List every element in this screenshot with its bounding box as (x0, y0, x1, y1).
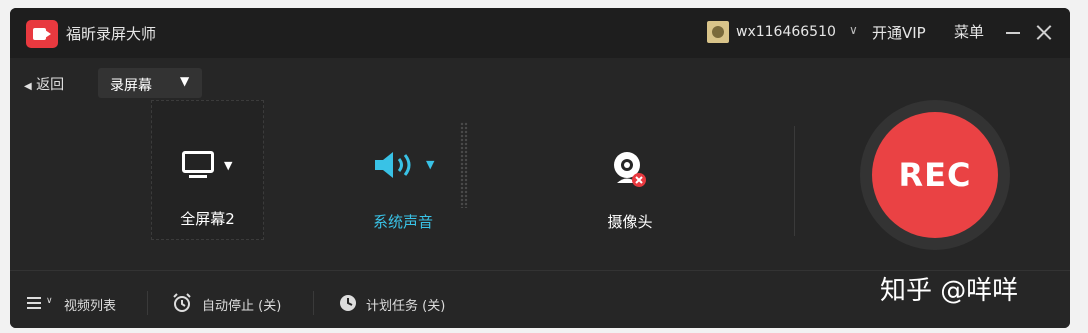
audio-source-label: 系统声音 (372, 213, 433, 231)
divider (313, 291, 314, 315)
close-button[interactable] (1036, 24, 1052, 40)
monitor-icon (182, 151, 214, 178)
screen-dropdown-icon[interactable]: ▼ (224, 159, 232, 172)
menu-button[interactable]: 菜单 (954, 21, 984, 42)
screen-source-label: 全屏幕2 (180, 210, 235, 228)
back-arrow-icon: ◀ (24, 81, 32, 92)
rec-button-ring: REC (860, 100, 1010, 250)
dropdown-arrow-icon: ▼ (180, 74, 190, 88)
webcam-icon (614, 152, 646, 187)
record-mode-label: 录屏幕 (110, 78, 152, 94)
screen-source-panel[interactable]: ▼ 全屏幕2 (151, 100, 264, 240)
minimize-button[interactable] (1006, 32, 1020, 34)
chevron-down-icon[interactable]: ∨ (46, 296, 53, 306)
schedule-clock-icon[interactable] (338, 293, 358, 313)
auto-stop-button[interactable]: 自动停止 (关) (202, 295, 281, 314)
camera-source-panel[interactable]: 摄像头 (570, 100, 690, 240)
video-list-button[interactable]: 视频列表 (64, 295, 116, 314)
record-mode-select[interactable]: 录屏幕 ▼ (98, 68, 202, 98)
app-title: 福昕录屏大师 (66, 25, 157, 43)
rec-button[interactable]: REC (872, 112, 998, 238)
title-bar: 福昕录屏大师 wx116466510 ∨ 开通VIP 菜单 (10, 8, 1070, 58)
camera-source-label: 摄像头 (607, 213, 653, 231)
back-label: 返回 (36, 77, 65, 93)
back-button[interactable]: ◀ 返回 (24, 74, 64, 94)
divider (794, 126, 795, 236)
rec-label: REC (898, 156, 972, 194)
speaker-icon (375, 152, 411, 178)
audio-source-panel[interactable]: ▼ 系统声音 (348, 100, 466, 240)
watermark-text: 知乎 @咩咩 (880, 276, 1019, 306)
chevron-down-icon[interactable]: ∨ (849, 23, 858, 37)
list-icon[interactable] (27, 297, 41, 309)
schedule-task-button[interactable]: 计划任务 (关) (366, 295, 445, 314)
user-name[interactable]: wx116466510 (736, 24, 836, 40)
divider (147, 291, 148, 315)
user-avatar[interactable] (707, 21, 729, 43)
audio-level-meter (460, 122, 468, 208)
vip-button[interactable]: 开通VIP (872, 22, 926, 43)
audio-dropdown-icon[interactable]: ▼ (426, 158, 434, 171)
app-logo-icon (26, 20, 58, 48)
alarm-clock-icon[interactable] (172, 293, 192, 313)
